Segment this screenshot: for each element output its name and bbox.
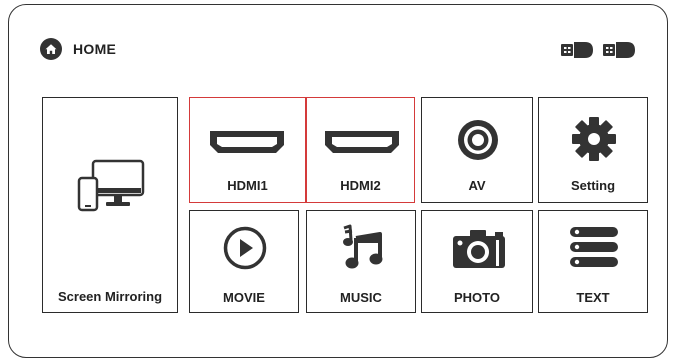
av-connector-icon <box>458 120 498 160</box>
screen-mirroring-icon <box>77 159 145 212</box>
tile-label: Screen Mirroring <box>57 289 163 304</box>
tile-label: MOVIE <box>223 290 265 305</box>
tile-label: Setting <box>570 178 616 193</box>
tile-hdmi2[interactable]: HDMI2 <box>306 97 415 203</box>
usb-drive-icon <box>603 42 635 58</box>
home-header[interactable]: HOME <box>40 38 116 60</box>
play-icon <box>223 226 267 270</box>
hdmi-port-icon <box>325 131 399 153</box>
tile-movie[interactable]: MOVIE <box>189 210 299 313</box>
camera-icon <box>453 230 505 268</box>
usb-status <box>560 41 636 59</box>
tile-label: PHOTO <box>454 290 500 305</box>
tile-label: TEXT <box>576 290 610 305</box>
usb-drive-icon <box>561 42 593 58</box>
tile-music[interactable]: MUSIC <box>306 210 416 313</box>
tile-label: HDMI1 <box>227 178 268 193</box>
music-note-icon <box>343 224 383 269</box>
page-title: HOME <box>73 41 117 57</box>
tile-av[interactable]: AV <box>421 97 533 203</box>
tile-setting[interactable]: Setting <box>538 97 648 203</box>
tile-label: AV <box>468 178 486 193</box>
tile-label: HDMI2 <box>340 178 381 193</box>
hdmi-port-icon <box>210 131 284 153</box>
tile-hdmi1[interactable]: HDMI1 <box>189 97 306 203</box>
tile-label: MUSIC <box>340 290 382 305</box>
tile-photo[interactable]: PHOTO <box>421 210 533 313</box>
home-icon <box>40 38 62 60</box>
tile-screen-mirroring[interactable]: Screen Mirroring <box>42 97 178 313</box>
gear-icon <box>572 117 616 161</box>
tile-text[interactable]: TEXT <box>538 210 648 313</box>
text-list-icon <box>570 227 618 267</box>
